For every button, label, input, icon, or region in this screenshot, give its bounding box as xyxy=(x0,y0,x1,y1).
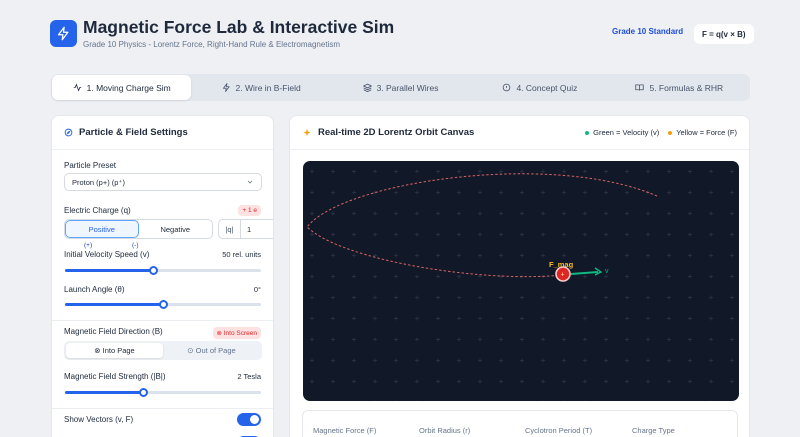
slider-fill xyxy=(65,269,154,272)
out-of-page-button[interactable]: ⊙ Out of Page xyxy=(163,343,260,358)
tab-label: 2. Wire in B-Field xyxy=(235,82,301,93)
legend-velocity: Green = Velocity (v) xyxy=(585,128,659,137)
formula-badge: F = q(v × B) xyxy=(694,24,754,44)
tab-wire-in-b-field[interactable]: 2. Wire in B-Field xyxy=(191,75,330,100)
legend-force: Yellow = Force (F) xyxy=(668,128,737,137)
speed-value: 50 rel. units xyxy=(222,250,261,259)
charge-sign-toggle: Positive Negative xyxy=(64,219,213,239)
divider xyxy=(290,149,749,150)
velocity-label: v xyxy=(605,268,609,275)
grade-badge: Grade 10 Standard xyxy=(612,27,684,36)
tab-moving-charge-sim[interactable]: 1. Moving Charge Sim xyxy=(52,75,192,100)
stat-radius: Orbit Radius (r) xyxy=(419,426,471,435)
tab-label: 4. Concept Quiz xyxy=(516,82,578,93)
angle-slider[interactable] xyxy=(65,300,261,309)
stats-row: Magnetic Force (F) Orbit Radius (r) Cycl… xyxy=(302,410,738,437)
bolt-icon xyxy=(222,83,230,92)
bolt-icon xyxy=(57,26,69,41)
q-value: 1 xyxy=(247,224,252,234)
slider-fill xyxy=(65,391,144,394)
canvas-title: Real-time 2D Lorentz Orbit Canvas xyxy=(302,127,474,138)
tab-label: 3. Parallel Wires xyxy=(376,82,439,93)
charge-label: Electric Charge (q) xyxy=(64,206,131,215)
activity-icon xyxy=(73,83,81,92)
canvas-panel: Real-time 2D Lorentz Orbit Canvas Green … xyxy=(289,115,750,437)
chevron-down-icon xyxy=(247,180,253,184)
preset-select[interactable]: Proton (p+) (p⁺) xyxy=(64,173,262,191)
stat-force: Magnetic Force (F) xyxy=(313,426,377,435)
orbit-svg: v + F_mag xyxy=(303,161,739,401)
book-icon xyxy=(635,84,645,91)
positive-sub: (+) xyxy=(84,242,93,249)
divider xyxy=(52,320,273,321)
slider-thumb[interactable] xyxy=(158,300,168,309)
negative-button[interactable]: Negative xyxy=(139,220,213,238)
settings-panel: Particle & Field Settings Particle Prese… xyxy=(51,115,274,437)
stat-period: Cyclotron Period (T) xyxy=(525,426,593,435)
q-label: |q| xyxy=(219,220,241,238)
charge-badge: + 1 e xyxy=(238,205,261,216)
tab-concept-quiz[interactable]: 4. Concept Quiz xyxy=(470,75,609,100)
stat-charge-type: Charge Type xyxy=(632,426,675,435)
tab-label: 1. Moving Charge Sim xyxy=(86,82,171,93)
tab-label: 5. Formulas & RHR xyxy=(649,82,724,93)
logo xyxy=(50,20,77,47)
strength-slider[interactable] xyxy=(65,388,261,397)
vectors-toggle[interactable] xyxy=(237,413,261,426)
angle-value: 0° xyxy=(253,285,261,294)
orbit-canvas[interactable]: v + F_mag xyxy=(303,161,739,401)
speed-slider[interactable] xyxy=(65,266,261,275)
particle-sign: + xyxy=(561,272,565,279)
direction-label: Magnetic Field Direction (B) xyxy=(64,327,163,336)
into-page-button[interactable]: ⊗ Into Page xyxy=(66,343,163,358)
app-subtitle: Grade 10 Physics - Lorentz Force, Right-… xyxy=(83,40,340,49)
slider-thumb[interactable] xyxy=(148,266,158,275)
tab-bar: 1. Moving Charge Sim 2. Wire in B-Field … xyxy=(51,74,750,101)
field-direction-toggle: ⊗ Into Page ⊙ Out of Page xyxy=(64,341,262,360)
divider xyxy=(52,149,273,150)
settings-title: Particle & Field Settings xyxy=(64,127,188,138)
app-title: Magnetic Force Lab & Interactive Sim xyxy=(83,17,395,37)
direction-badge: ⊗ Into Screen xyxy=(212,327,261,339)
info-icon xyxy=(503,83,511,92)
slider-thumb[interactable] xyxy=(138,388,148,397)
compass-icon xyxy=(64,128,73,137)
preset-label: Particle Preset xyxy=(64,161,117,170)
app-header: Magnetic Force Lab & Interactive Sim Gra… xyxy=(0,0,800,64)
tab-formulas-rhr[interactable]: 5. Formulas & RHR xyxy=(610,75,749,100)
speed-label: Initial Velocity Speed (v) xyxy=(64,250,150,259)
negative-sub: (-) xyxy=(132,242,139,249)
angle-label: Launch Angle (θ) xyxy=(64,285,125,294)
field-grid xyxy=(303,161,739,401)
canvas-legend: Green = Velocity (v) Yellow = Force (F) xyxy=(585,128,737,137)
slider-fill xyxy=(65,303,163,306)
vectors-label: Show Vectors (v, F) xyxy=(64,415,134,424)
divider xyxy=(52,408,273,409)
positive-button[interactable]: Positive xyxy=(65,220,139,238)
tab-parallel-wires[interactable]: 3. Parallel Wires xyxy=(331,75,470,100)
strength-label: Magnetic Field Strength (|B|) xyxy=(64,372,166,381)
force-label: F_mag xyxy=(549,260,574,269)
strength-value: 2 Tesla xyxy=(237,372,261,381)
sparkle-icon xyxy=(303,128,311,136)
charge-magnitude-field[interactable]: |q| 1 xyxy=(218,219,273,239)
layers-icon xyxy=(362,83,372,92)
